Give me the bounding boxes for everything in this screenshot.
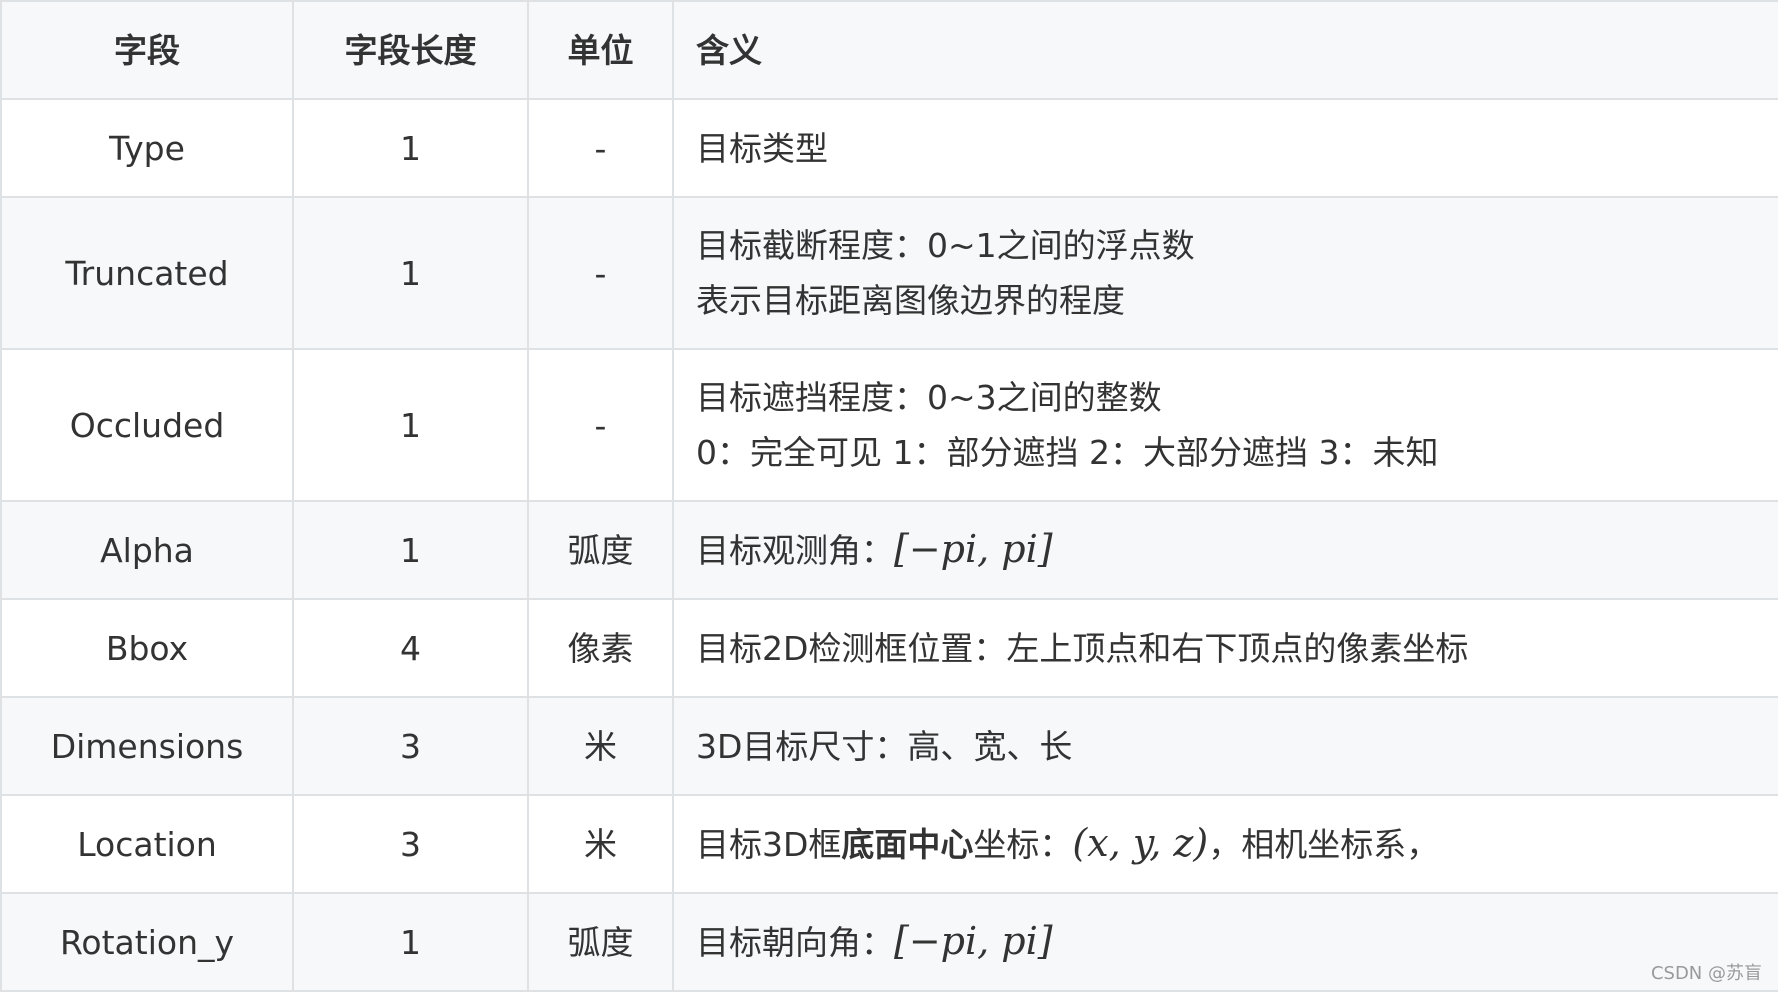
cell-meaning: 目标遮挡程度：0~3之间的整数 0：完全可见 1：部分遮挡 2：大部分遮挡 3：… [672,348,1778,502]
table-row: Bbox 4 像素 目标2D检测框位置：左上顶点和右下顶点的像素坐标 [0,598,1778,698]
table-row: Occluded 1 - 目标遮挡程度：0~3之间的整数 0：完全可见 1：部分… [0,348,1778,502]
header-length: 字段长度 [292,0,529,100]
header-unit: 单位 [527,0,674,100]
cell-unit: 米 [527,794,674,894]
cell-unit: 弧度 [527,892,674,992]
meaning-text: 目标2D检测框位置：左上顶点和右下顶点的像素坐标 [696,628,1469,668]
cell-meaning: 目标截断程度：0~1之间的浮点数 表示目标距离图像边界的程度 [672,196,1778,350]
cell-unit: - [527,98,674,198]
cell-unit: 像素 [527,598,674,698]
cell-meaning: 3D目标尺寸：高、宽、长 [672,696,1778,796]
csdn-watermark: CSDN @苏盲 [1650,963,1762,984]
cell-length: 1 [292,500,529,600]
cell-length: 3 [292,794,529,894]
header-row: 字段 字段长度 单位 含义 [0,0,1778,100]
cell-meaning: 目标观测角：[−pi, pi] [672,500,1778,600]
meaning-prefix: 目标观测角： [696,531,894,570]
meaning-prefix: 目标3D框 [696,825,842,864]
cell-field: Rotation_y [0,892,294,992]
meaning-mid: 坐标： [973,825,1073,864]
cell-length: 1 [292,892,529,992]
cell-field: Truncated [0,196,294,350]
header-field: 字段 [0,0,294,100]
table-row: Dimensions 3 米 3D目标尺寸：高、宽、长 [0,696,1778,796]
math-range: [−pi, pi] [894,919,1053,963]
table-header: 字段 字段长度 单位 含义 [0,0,1778,100]
meaning-text: 3D目标尺寸：高、宽、长 [696,726,1073,766]
cell-meaning: 目标3D框底面中心坐标：(x, y, z)，相机坐标系， [672,794,1778,894]
header-meaning: 含义 [672,0,1778,100]
cell-meaning: 目标2D检测框位置：左上顶点和右下顶点的像素坐标 [672,598,1778,698]
math-coords: (x, y, z) [1072,821,1209,865]
table-row: Alpha 1 弧度 目标观测角：[−pi, pi] [0,500,1778,600]
cell-field: Type [0,98,294,198]
cell-unit: 弧度 [527,500,674,600]
cell-length: 3 [292,696,529,796]
kitti-label-fields-table: 字段 字段长度 单位 含义 Type 1 - 目标类型 Truncated 1 … [0,0,1778,992]
meaning-line-2: 表示目标距离图像边界的程度 [696,281,1125,320]
cell-unit: - [527,348,674,502]
table-body: Type 1 - 目标类型 Truncated 1 - 目标截断程度：0~1之间… [0,98,1778,992]
table-row: Rotation_y 1 弧度 目标朝向角：[−pi, pi] [0,892,1778,992]
cell-field: Bbox [0,598,294,698]
cell-unit: - [527,196,674,350]
cell-meaning: 目标类型 [672,98,1778,198]
table-row: Truncated 1 - 目标截断程度：0~1之间的浮点数 表示目标距离图像边… [0,196,1778,350]
table-row: Type 1 - 目标类型 [0,98,1778,198]
meaning-prefix: 目标朝向角： [696,923,894,962]
cell-field: Occluded [0,348,294,502]
meaning-suffix: ，相机坐标系， [1208,825,1440,864]
cell-length: 1 [292,196,529,350]
cell-field: Location [0,794,294,894]
meaning-line-2: 0：完全可见 1：部分遮挡 2：大部分遮挡 3：未知 [696,433,1439,472]
cell-length: 1 [292,348,529,502]
cell-length: 1 [292,98,529,198]
cell-field: Dimensions [0,696,294,796]
cell-meaning: 目标朝向角：[−pi, pi] [672,892,1778,992]
cell-unit: 米 [527,696,674,796]
table-row: Location 3 米 目标3D框底面中心坐标：(x, y, z)，相机坐标系… [0,794,1778,894]
math-range: [−pi, pi] [894,527,1053,571]
meaning-line-1: 目标截断程度：0~1之间的浮点数 [696,226,1195,265]
cell-length: 4 [292,598,529,698]
cell-field: Alpha [0,500,294,600]
meaning-line-1: 目标遮挡程度：0~3之间的整数 [696,378,1162,417]
meaning-bold: 底面中心 [841,825,974,864]
meaning-text: 目标类型 [696,128,828,168]
